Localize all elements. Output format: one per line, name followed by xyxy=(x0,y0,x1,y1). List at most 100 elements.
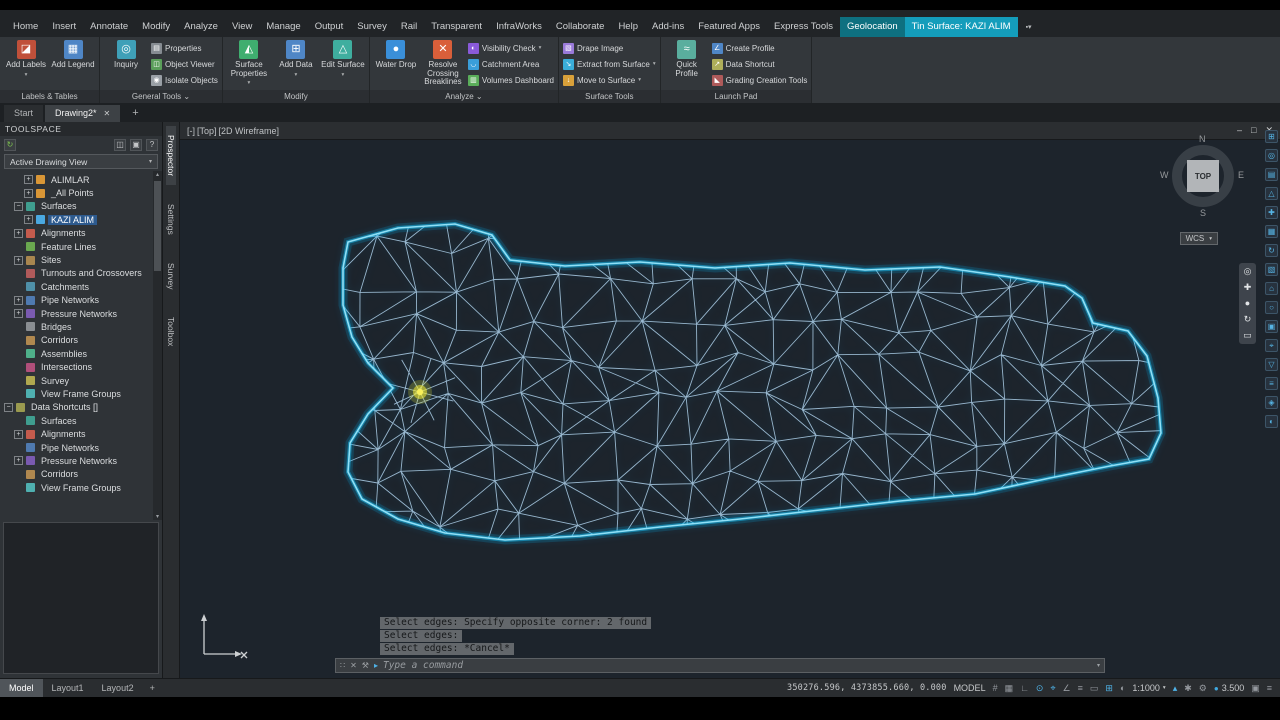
command-grip-icon[interactable]: ∷ xyxy=(340,661,345,670)
expand-icon[interactable]: + xyxy=(24,188,33,198)
menu-tab-add-ins[interactable]: Add-ins xyxy=(645,17,691,37)
menu-tab-insert[interactable]: Insert xyxy=(45,17,83,37)
ribbon-button-visibility-check[interactable]: ◐ Visibility Check ▾ xyxy=(467,40,554,56)
grid-icon[interactable]: # xyxy=(993,683,998,693)
menu-tab-express-tools[interactable]: Express Tools xyxy=(767,17,840,37)
right-toolbar-icon[interactable]: ⌖ xyxy=(1265,339,1278,352)
tree-item-intersections[interactable]: +Intersections xyxy=(0,360,162,373)
command-customize-icon[interactable]: ⚒ xyxy=(362,661,369,670)
ribbon-button-move-to-surface[interactable]: ↓ Move to Surface ▾ xyxy=(562,72,656,88)
tree-item-view-frame-groups[interactable]: +View Frame Groups xyxy=(0,387,162,400)
annotation-visibility-icon[interactable]: ▴ xyxy=(1173,683,1178,694)
right-toolbar-icon[interactable]: ⊞ xyxy=(1265,130,1278,143)
side-tab-toolbox[interactable]: Toolbox xyxy=(166,308,176,355)
expand-icon[interactable]: + xyxy=(14,456,23,466)
active-drawing-view-dropdown[interactable]: Active Drawing View ▾ xyxy=(4,154,158,169)
doc-tab-drawing2[interactable]: Drawing2* ✕ xyxy=(45,105,121,122)
polar-tracking-icon[interactable]: ⊙ xyxy=(1036,683,1044,694)
command-line[interactable]: ∷ ✕ ⚒ ▸ Type a command ▾ xyxy=(335,658,1105,673)
right-toolbar-icon[interactable]: ▤ xyxy=(1265,168,1278,181)
layout-tab-layout1[interactable]: Layout1 xyxy=(43,679,93,697)
tree-item-pressure-networks[interactable]: + Pressure Networks xyxy=(0,307,162,320)
tree-item-alignments[interactable]: + Alignments xyxy=(0,227,162,240)
ribbon-panel-title[interactable]: Analyze ⌄ xyxy=(369,90,558,103)
ribbon-panel-title[interactable]: Surface Tools xyxy=(558,90,660,103)
ribbon-button-edit-surface[interactable]: △ Edit Surface ▾ xyxy=(321,39,365,79)
right-toolbar-icon[interactable]: ◐ xyxy=(1265,415,1278,428)
tree-item-corridors[interactable]: +Corridors xyxy=(0,334,162,347)
collapse-icon[interactable]: − xyxy=(14,201,23,211)
pan-icon[interactable]: ✚ xyxy=(1244,283,1252,292)
right-toolbar-icon[interactable]: ▦ xyxy=(1265,225,1278,238)
tree-item-pressure-networks[interactable]: + Pressure Networks xyxy=(0,454,162,467)
menu-tab-rail[interactable]: Rail xyxy=(394,17,424,37)
wcs-selector[interactable]: WCS ▾ xyxy=(1179,232,1218,245)
menu-tab-tin-surface-kazi-alim[interactable]: Tin Surface: KAZI ALIM xyxy=(904,17,1018,37)
orbit-icon[interactable]: ↻ xyxy=(1244,315,1252,324)
ribbon-button-quick-profile[interactable]: ≈ Quick Profile xyxy=(665,39,709,78)
viewcube-north[interactable]: N xyxy=(1199,134,1206,144)
menu-tab-analyze[interactable]: Analyze xyxy=(177,17,225,37)
tree-item-pipe-networks[interactable]: + Pipe Networks xyxy=(0,294,162,307)
scrollbar-thumb[interactable] xyxy=(154,181,161,271)
scroll-down-icon[interactable]: ▾ xyxy=(153,513,162,520)
tree-item-feature-lines[interactable]: +Feature Lines xyxy=(0,240,162,253)
annotation-scale[interactable]: 1:1000 ▾ xyxy=(1132,683,1165,693)
drawing-canvas[interactable]: [-][Top][2D Wireframe] – □ ✕ N S W E TOP xyxy=(180,122,1280,678)
autoscale-icon[interactable]: ✱ xyxy=(1184,683,1192,694)
ribbon-button-resolve-crossing-breaklines[interactable]: ✕ Resolve Crossing Breaklines xyxy=(421,39,465,87)
viewport-control-[interactable]: [-] xyxy=(187,126,195,136)
ribbon-button-inquiry[interactable]: ◎ Inquiry xyxy=(104,39,148,70)
close-tab-icon[interactable]: ✕ xyxy=(104,109,111,118)
side-tab-settings[interactable]: Settings xyxy=(166,195,176,244)
pin-icon[interactable]: ▣ xyxy=(130,138,142,151)
viewcube[interactable]: N S W E TOP xyxy=(1160,134,1244,218)
ribbon-panel-title[interactable]: Modify xyxy=(222,90,369,103)
layout-tab-model[interactable]: Model xyxy=(0,679,43,697)
ribbon-button-isolate-objects[interactable]: ◉ Isolate Objects xyxy=(151,72,218,88)
layout-tab-layout2[interactable]: Layout2 xyxy=(93,679,143,697)
workspace-gear-icon[interactable]: ⚙ xyxy=(1199,683,1207,694)
right-toolbar-icon[interactable]: △ xyxy=(1265,187,1278,200)
scroll-up-icon[interactable]: ▴ xyxy=(153,171,162,178)
right-toolbar-icon[interactable]: ↻ xyxy=(1265,244,1278,257)
viewcube-east[interactable]: E xyxy=(1238,170,1244,180)
right-toolbar-icon[interactable]: ◎ xyxy=(1265,149,1278,162)
ribbon-button-water-drop[interactable]: ● Water Drop xyxy=(374,39,418,70)
elevation-indicator[interactable]: ● 3.500 xyxy=(1214,683,1244,693)
ribbon-button-extract-from-surface[interactable]: ↘ Extract from Surface ▾ xyxy=(562,56,656,72)
menu-tab-modify[interactable]: Modify xyxy=(135,17,177,37)
ribbon-panel-title[interactable]: Launch Pad xyxy=(660,90,812,103)
pane-toggle-icon[interactable]: ◫ xyxy=(114,138,126,151)
ribbon-options-button[interactable]: ▪▾ xyxy=(1018,17,1038,37)
ribbon-button-volumes-dashboard[interactable]: ▥ Volumes Dashboard xyxy=(467,72,554,88)
transparency-icon[interactable]: ▭ xyxy=(1090,683,1099,694)
ribbon-button-grading-creation-tools[interactable]: ◣ Grading Creation Tools xyxy=(711,72,807,88)
menu-tab-survey[interactable]: Survey xyxy=(350,17,394,37)
zoom-icon[interactable]: ● xyxy=(1245,299,1250,308)
command-recent-dropdown[interactable]: ▾ xyxy=(1097,662,1100,669)
help-icon[interactable]: ? xyxy=(146,138,158,151)
menu-tab-home[interactable]: Home xyxy=(6,17,45,37)
expand-icon[interactable]: + xyxy=(24,175,33,185)
right-toolbar-icon[interactable]: ⌂ xyxy=(1265,282,1278,295)
lineweight-icon[interactable]: ≡ xyxy=(1078,683,1083,693)
right-toolbar-icon[interactable]: ▧ xyxy=(1265,263,1278,276)
expand-icon[interactable]: + xyxy=(14,429,23,439)
viewcube-south[interactable]: S xyxy=(1200,208,1206,218)
menu-tab-transparent[interactable]: Transparent xyxy=(424,17,489,37)
tin-surface-mesh[interactable] xyxy=(180,140,1280,678)
doc-tab-start[interactable]: Start xyxy=(4,105,44,122)
expand-icon[interactable]: + xyxy=(14,295,23,305)
tree-item-kazi-alim[interactable]: + KAZI ALIM xyxy=(0,213,162,226)
ortho-icon[interactable]: ∟ xyxy=(1020,683,1029,693)
menu-tab-manage[interactable]: Manage xyxy=(259,17,307,37)
viewport-control-2d-wireframe[interactable]: [2D Wireframe] xyxy=(219,126,280,136)
viewport-minimize-icon[interactable]: – xyxy=(1237,125,1242,136)
showmotion-icon[interactable]: ▭ xyxy=(1243,331,1252,340)
command-input[interactable]: Type a command xyxy=(383,660,463,671)
viewport-controls[interactable]: [-] [Top] [2D Wireframe] xyxy=(187,126,281,136)
tree-item-bridges[interactable]: +Bridges xyxy=(0,320,162,333)
menu-tab-output[interactable]: Output xyxy=(308,17,351,37)
expand-icon[interactable]: + xyxy=(14,255,23,265)
